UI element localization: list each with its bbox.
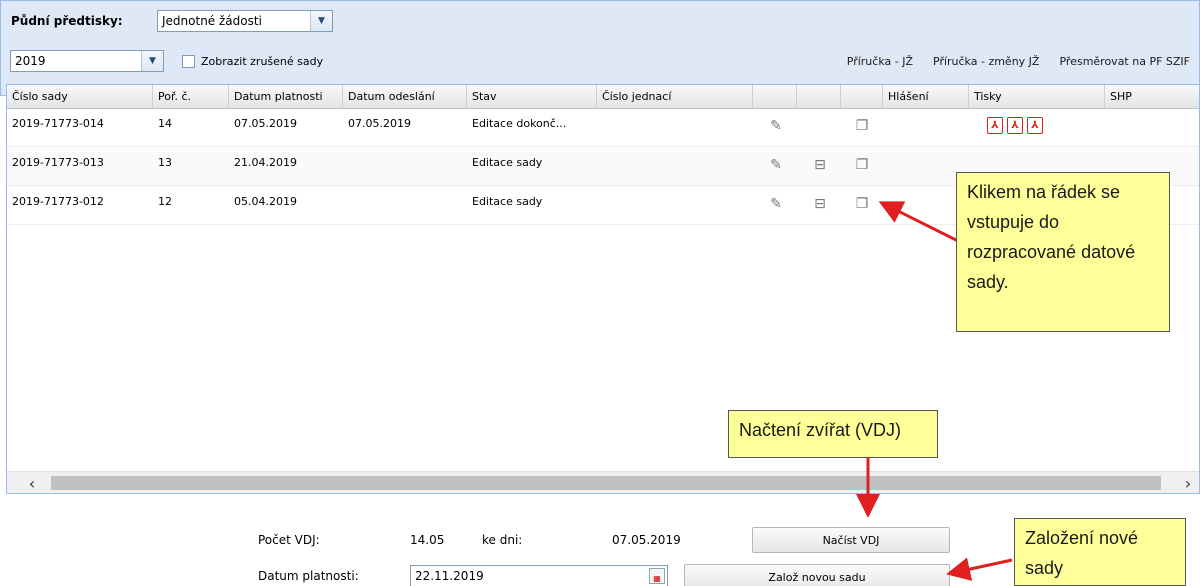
col-header-datum-platnosti[interactable]: Datum platnosti: [229, 85, 343, 109]
pocet-vdj-label: Počet VDJ:: [258, 533, 320, 547]
forms-select[interactable]: Jednotné žádosti ▼: [157, 10, 333, 32]
scroll-left-icon[interactable]: ‹: [21, 474, 43, 493]
col-header-cislo-sady[interactable]: Číslo sady: [7, 85, 153, 109]
col-header-copy[interactable]: [841, 85, 883, 109]
datum-platnosti-label: Datum platnosti:: [258, 569, 359, 583]
year-select[interactable]: 2019 ▼: [10, 50, 164, 72]
checkbox-box[interactable]: [182, 55, 195, 68]
callout-row-click: Klikem na řádek se vstupuje do rozpracov…: [956, 172, 1170, 332]
cell-datum-odeslani: [343, 187, 348, 225]
cell-datum-platnosti: 05.04.2019: [234, 195, 297, 208]
grid-header: Číslo sady Poř. č. Datum platnosti Datum…: [7, 85, 1199, 109]
col-header-edit[interactable]: [753, 85, 797, 109]
cell-por-c: 12: [158, 195, 172, 208]
chevron-down-icon[interactable]: ▼: [141, 51, 163, 71]
minus-box-icon[interactable]: ⊟: [811, 195, 829, 213]
pocet-vdj-value: 14.05: [410, 533, 445, 547]
filter-bar: Půdní předtisky: Jednotné žádosti ▼: [0, 0, 1200, 96]
cell-datum-odeslani: [343, 148, 348, 186]
help-links: Příručka - JŽ Příručka - změny JŽ Přesmě…: [847, 55, 1190, 68]
col-header-shp[interactable]: SHP: [1105, 85, 1199, 109]
chevron-down-icon[interactable]: ▼: [310, 11, 332, 31]
show-cancelled-label: Zobrazit zrušené sady: [201, 55, 324, 68]
col-header-cislo-jednaci[interactable]: Číslo jednací: [597, 85, 753, 109]
cell-datum-platnosti: 21.04.2019: [234, 156, 297, 169]
ke-dni-value: 07.05.2019: [612, 533, 681, 547]
cell-cislo-sady: 2019-71773-013: [12, 156, 104, 169]
cell-stav: Editace dokonč...: [472, 117, 567, 130]
cell-por-c: 14: [158, 117, 172, 130]
ke-dni-label: ke dni:: [482, 533, 523, 547]
pdf-icon[interactable]: ⅄: [1007, 117, 1023, 134]
cell-datum-odeslani: 07.05.2019: [348, 117, 411, 130]
edit-icon[interactable]: ✎: [767, 195, 785, 213]
load-vdj-button[interactable]: Načíst VDJ: [752, 527, 950, 553]
pdf-icon[interactable]: ⅄: [1027, 117, 1043, 134]
cell-cislo-sady: 2019-71773-014: [12, 117, 104, 130]
forms-select-value: Jednotné žádosti: [162, 14, 262, 28]
app-window: Půdní předtisky: Jednotné žádosti ▼ 2019…: [0, 0, 1200, 586]
col-header-datum-odeslani[interactable]: Datum odeslání: [343, 85, 467, 109]
copy-icon[interactable]: ❐: [853, 195, 871, 213]
cell-datum-platnosti: 07.05.2019: [234, 117, 297, 130]
minus-box-icon[interactable]: ⊟: [811, 156, 829, 174]
horizontal-scrollbar[interactable]: ‹ ›: [7, 471, 1199, 493]
link-presmerovat-pf-szif[interactable]: Přesměrovat na PF SZIF: [1059, 55, 1190, 68]
col-header-por-c[interactable]: Poř. č.: [153, 85, 229, 109]
datum-platnosti-input[interactable]: 22.11.2019 ▦: [410, 565, 668, 586]
show-cancelled-checkbox[interactable]: Zobrazit zrušené sady: [182, 55, 323, 68]
forms-label: Půdní předtisky:: [11, 14, 123, 28]
callout-new-set: Založení nové sady: [1014, 518, 1186, 586]
col-header-hlaseni[interactable]: Hlášení: [883, 85, 969, 109]
year-select-value: 2019: [15, 54, 46, 68]
arrow-new-set: [946, 557, 1013, 581]
cell-por-c: 13: [158, 156, 172, 169]
new-set-button[interactable]: Založ novou sadu: [684, 564, 950, 586]
table-row[interactable]: 2019-71773-014 14 07.05.2019 07.05.2019 …: [7, 109, 1199, 147]
edit-icon[interactable]: ✎: [767, 156, 785, 174]
year-row: 2019 ▼ Zobrazit zrušené sady Příručka - …: [10, 50, 1190, 74]
scroll-right-icon[interactable]: ›: [1177, 474, 1199, 493]
copy-icon[interactable]: ❐: [853, 117, 871, 135]
calendar-icon[interactable]: ▦: [649, 568, 665, 584]
pdf-icon[interactable]: ⅄: [987, 117, 1003, 134]
col-header-cancel[interactable]: [797, 85, 841, 109]
scrollbar-thumb[interactable]: [51, 476, 1161, 490]
col-header-tisky[interactable]: Tisky: [969, 85, 1105, 109]
cell-stav: Editace sady: [472, 156, 543, 169]
datum-platnosti-value: 22.11.2019: [415, 569, 484, 583]
forms-row: Půdní předtisky: Jednotné žádosti ▼: [11, 9, 333, 33]
callout-load-animals: Načtení zvířat (VDJ): [728, 410, 938, 458]
copy-icon[interactable]: ❐: [853, 156, 871, 174]
col-header-stav[interactable]: Stav: [467, 85, 597, 109]
link-prirucka-jz[interactable]: Příručka - JŽ: [847, 55, 913, 68]
cell-cislo-sady: 2019-71773-012: [12, 195, 104, 208]
edit-icon[interactable]: ✎: [767, 117, 785, 135]
cell-stav: Editace sady: [472, 195, 543, 208]
link-prirucka-zmeny-jz[interactable]: Příručka - změny JŽ: [933, 55, 1039, 68]
